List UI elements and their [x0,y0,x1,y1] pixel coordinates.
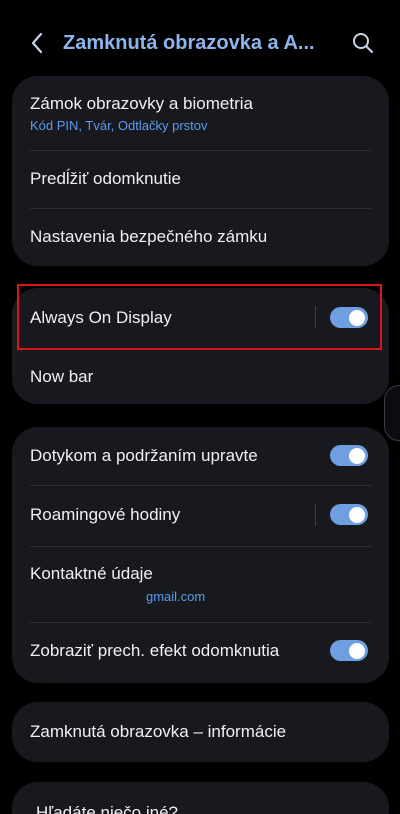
unlock-transition-item[interactable]: Zobraziť prech. efekt odomknutia [12,623,389,683]
looking-for-else-title: Hľadáte niečo iné? [36,803,179,814]
screen-lock-subtitle: Kód PIN, Tvár, Odtlačky prstov [30,118,208,133]
search-button[interactable] [349,29,377,57]
touch-and-hold-item[interactable]: Dotykom a podržaním upravte [12,427,389,485]
back-button[interactable] [22,28,52,58]
looking-for-else-item[interactable]: Hľadáte niečo iné? [12,782,389,814]
settings-group-widgets: Dotykom a podržaním upravte Roamingové h… [12,427,389,683]
touch-and-hold-toggle[interactable] [330,445,368,466]
now-bar-title: Now bar [30,367,94,386]
roaming-clock-item[interactable]: Roamingové hodiny [12,486,389,546]
toggle-knob [349,309,365,326]
always-on-display-title: Always On Display [30,308,172,327]
roaming-clock-title: Roamingové hodiny [30,505,181,524]
always-on-display-item[interactable]: Always On Display [12,288,389,348]
toggle-knob [349,447,365,464]
about-lock-screen-title: Zamknutá obrazovka – informácie [30,722,287,741]
secure-lock-settings-item[interactable]: Nastavenia bezpečného zámku [12,209,389,266]
unlock-transition-toggle[interactable] [330,640,368,661]
vertical-separator [315,504,316,526]
secure-lock-settings-title: Nastavenia bezpečného zámku [30,227,268,246]
settings-group-display: Always On Display Now bar [12,288,389,404]
extend-unlock-title: Predĺžiť odomknutie [30,169,181,188]
roaming-clock-toggle[interactable] [330,504,368,525]
contact-info-item[interactable]: Kontaktné údaje gmail.com [12,547,389,622]
now-bar-item[interactable]: Now bar [12,349,389,404]
settings-page: Zamknutá obrazovka a A... Zámok obrazovk… [0,0,400,814]
vertical-separator [315,306,316,328]
edge-panel-handle[interactable] [384,385,400,441]
settings-group-security: Zámok obrazovky a biometria Kód PIN, Tvá… [12,76,389,266]
touch-and-hold-title: Dotykom a podržaním upravte [30,446,258,465]
chevron-left-icon [31,32,43,54]
page-title: Zamknutá obrazovka a A... [63,32,315,54]
settings-group-about: Zamknutá obrazovka – informácie [12,702,389,762]
unlock-transition-title: Zobraziť prech. efekt odomknutia [30,641,280,660]
extend-unlock-item[interactable]: Predĺžiť odomknutie [12,151,389,208]
toggle-knob [349,642,365,659]
search-icon [353,33,373,53]
app-header: Zamknutá obrazovka a A... [0,18,400,68]
always-on-display-toggle[interactable] [330,307,368,328]
screen-lock-title: Zámok obrazovky a biometria [30,94,253,113]
settings-group-suggestions: Hľadáte niečo iné? [12,782,389,814]
about-lock-screen-item[interactable]: Zamknutá obrazovka – informácie [12,702,389,762]
toggle-knob [349,506,365,523]
contact-info-title: Kontaktné údaje [30,564,153,583]
contact-info-subtitle: gmail.com [146,589,206,604]
screen-lock-item[interactable]: Zámok obrazovky a biometria Kód PIN, Tvá… [12,76,389,150]
